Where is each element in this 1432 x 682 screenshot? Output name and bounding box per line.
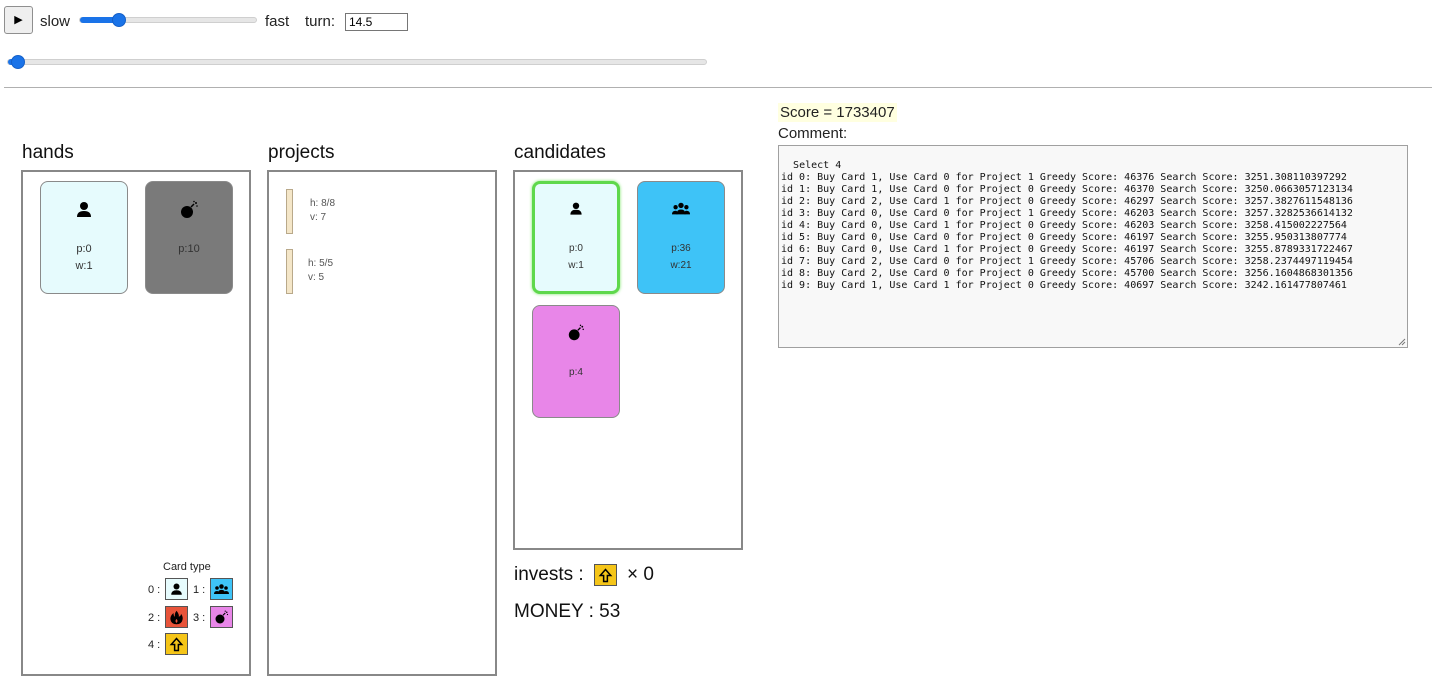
play-button[interactable]: ▶ [4, 6, 33, 34]
project-progress-bar [286, 249, 293, 294]
legend-num-3: 3 : [193, 612, 206, 624]
arrow-up-icon [169, 637, 184, 652]
legend-card-type-3 [210, 606, 233, 628]
person-icon [535, 201, 617, 223]
legend-card-type-0 [165, 578, 188, 600]
candidates-panel: p:0 w:1 p:36 w:21 p:4 [513, 170, 743, 550]
card-work: w:1 [568, 260, 584, 271]
invests-label: invests : [514, 564, 584, 585]
speed-slider[interactable] [79, 13, 257, 27]
invest-card-icon [594, 564, 617, 586]
card-power: p:10 [178, 243, 200, 255]
fast-label: fast [265, 13, 290, 30]
card-power: p:0 [569, 243, 583, 254]
candidate-card[interactable]: p:4 [532, 305, 620, 418]
resize-grip-icon[interactable] [1398, 338, 1406, 346]
legend-num-1: 1 : [193, 584, 206, 596]
money-display: MONEY : 53 [514, 601, 621, 622]
card-work: w:21 [670, 260, 692, 271]
invests-count: × 0 [627, 564, 654, 585]
divider [4, 87, 1432, 88]
comment-text: Select 4 id 0: Buy Card 1, Use Card 0 fo… [781, 160, 1353, 291]
bomb-icon [146, 200, 232, 222]
comment-textarea[interactable]: Select 4 id 0: Buy Card 1, Use Card 0 fo… [778, 145, 1408, 348]
hands-title: hands [22, 142, 74, 163]
legend-card-type-2 [165, 606, 188, 628]
card-power: p:36 [671, 243, 691, 254]
card-power: p:0 [76, 243, 92, 255]
card-work: w:1 [75, 260, 93, 272]
card-power: p:4 [569, 367, 583, 378]
legend-card-type-4 [165, 633, 188, 655]
bomb-icon [533, 324, 619, 346]
project-value: v: 7 [310, 212, 327, 223]
group-icon [214, 584, 229, 594]
project-value: v: 5 [308, 272, 325, 283]
speed-slider-thumb[interactable] [112, 13, 126, 27]
score-display: Score = 1733407 [778, 103, 897, 122]
legend-num-2: 2 : [148, 612, 161, 624]
candidate-card[interactable]: p:36 w:21 [637, 181, 725, 294]
person-icon [171, 583, 182, 595]
turn-slider[interactable] [7, 55, 707, 69]
turn-slider-thumb[interactable] [11, 55, 25, 69]
hands-panel: p:0 w:1 p:10 Card type 0 : 1 : 2 : 3 : 4… [21, 170, 251, 676]
project-hp: h: 8/8 [310, 198, 336, 209]
turn-input[interactable] [345, 13, 408, 31]
comment-label: Comment: [778, 125, 848, 142]
turn-label: turn: [305, 13, 336, 30]
project-progress-bar [286, 189, 293, 234]
hand-card[interactable]: p:10 [145, 181, 233, 294]
candidates-title: candidates [514, 142, 606, 163]
candidate-card[interactable]: p:0 w:1 [532, 181, 620, 294]
legend-num-4: 4 : [148, 639, 161, 651]
legend-card-type-1 [210, 578, 233, 600]
legend-num-0: 0 : [148, 584, 161, 596]
project-hp: h: 5/5 [308, 258, 334, 269]
bomb-icon [215, 610, 229, 624]
fire-icon [170, 610, 183, 625]
person-icon [41, 200, 127, 222]
slow-label: slow [40, 13, 71, 30]
projects-panel: h: 8/8 v: 7 h: 5/5 v: 5 [267, 170, 497, 676]
hand-card[interactable]: p:0 w:1 [40, 181, 128, 294]
arrow-up-icon [598, 568, 613, 583]
group-icon [638, 200, 724, 222]
projects-title: projects [268, 142, 335, 163]
card-type-legend-title: Card type [163, 561, 211, 573]
